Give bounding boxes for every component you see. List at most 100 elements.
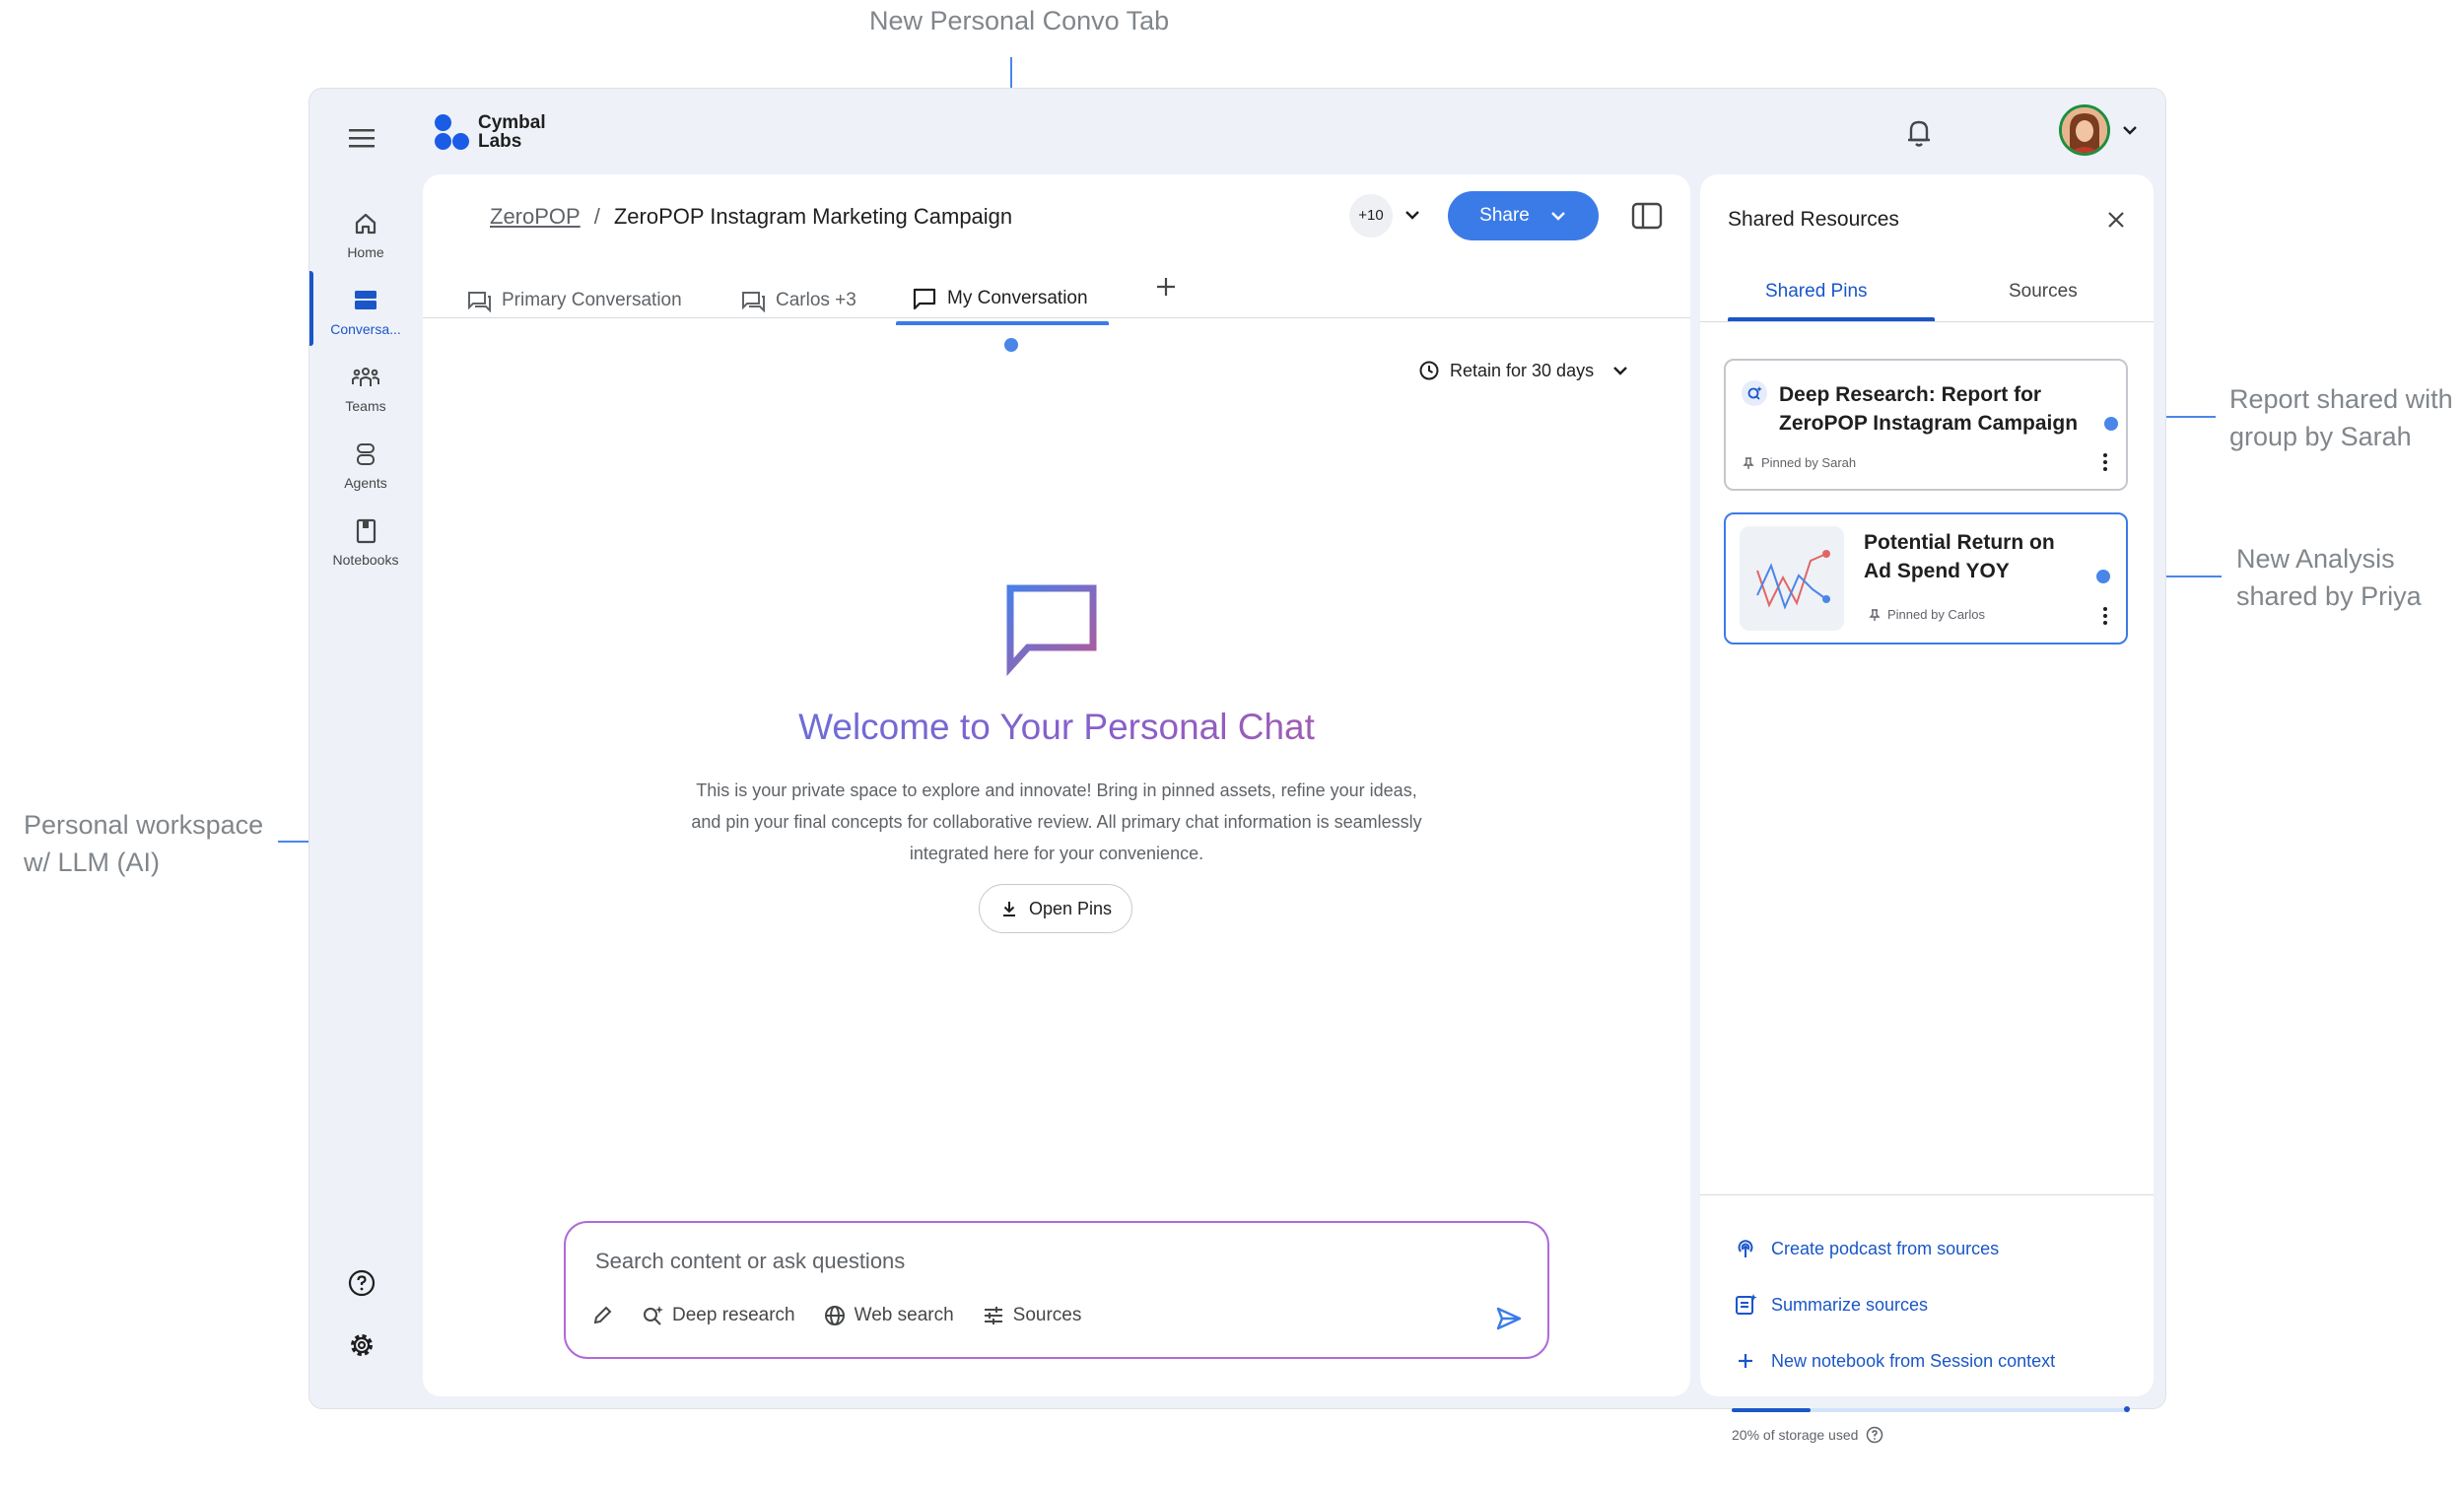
notifications-bell-icon[interactable] xyxy=(1903,114,1935,150)
chat-tools: Deep research Web search Sources xyxy=(591,1304,1081,1327)
chat-input-placeholder[interactable]: Search content or ask questions xyxy=(595,1249,905,1274)
globe-icon xyxy=(824,1306,845,1325)
chevron-down-icon xyxy=(1550,212,1565,221)
storage-label: 20% of storage used xyxy=(1732,1426,1883,1444)
members-count-badge[interactable]: +10 xyxy=(1349,194,1393,237)
rail-item-notebooks[interactable]: Notebooks xyxy=(309,516,422,568)
rail-item-label: Agents xyxy=(344,475,387,491)
add-tab-icon[interactable] xyxy=(1154,275,1178,299)
pin-meta: Pinned by Sarah xyxy=(1742,455,1856,470)
open-pins-button[interactable]: Open Pins xyxy=(979,884,1132,933)
storage-progress-fill xyxy=(1732,1408,1812,1412)
create-podcast-link[interactable]: Create podcast from sources xyxy=(1734,1237,1999,1260)
share-button-label: Share xyxy=(1479,205,1530,226)
annotation-personal-workspace: Personal workspace w/ LLM (AI) xyxy=(24,810,264,877)
storage-progress-bar xyxy=(1732,1406,2130,1412)
send-icon[interactable] xyxy=(1494,1304,1524,1333)
pin-icon xyxy=(1743,456,1754,469)
storage-used-text: 20% of storage used xyxy=(1732,1427,1859,1443)
menu-icon[interactable] xyxy=(347,126,378,150)
help-icon[interactable] xyxy=(347,1268,376,1298)
tab-carlos[interactable]: Carlos +3 xyxy=(740,281,856,320)
pin-icon xyxy=(1869,608,1881,621)
shared-resources-panel: Shared Resources Shared Pins Sources Dee… xyxy=(1700,174,2154,1444)
new-notebook-link[interactable]: New notebook from Session context xyxy=(1734,1349,2055,1373)
sources-button[interactable]: Sources xyxy=(982,1304,1081,1327)
breadcrumb-parent-link[interactable]: ZeroPOP xyxy=(490,204,581,230)
deep-research-button[interactable]: Deep research xyxy=(641,1304,795,1327)
avatar-portrait xyxy=(2062,107,2107,153)
tab-my-conversation[interactable]: My Conversation xyxy=(912,279,1088,318)
summarize-sources-label: Summarize sources xyxy=(1771,1294,1929,1315)
annotation-new-tab: New Personal Convo Tab xyxy=(869,6,1170,35)
breadcrumb-separator: / xyxy=(593,204,600,229)
rail-item-conversations[interactable]: Conversa... xyxy=(309,286,422,337)
settings-icon[interactable] xyxy=(347,1330,376,1360)
members-chevron-down-icon[interactable] xyxy=(1403,206,1421,224)
pin-title: Potential Return on Ad Spend YOY xyxy=(1864,531,2055,582)
conversations-icon xyxy=(355,291,376,309)
chevron-down-icon xyxy=(1613,367,1627,375)
active-tab-indicator xyxy=(1728,317,1935,321)
summarize-icon xyxy=(1736,1294,1757,1315)
main-panel: ZeroPOP / ZeroPOP Instagram Marketing Ca… xyxy=(423,174,1690,1396)
user-avatar[interactable] xyxy=(2059,104,2110,156)
summarize-sources-link[interactable]: Summarize sources xyxy=(1734,1293,1928,1317)
welcome-title: Welcome to Your Personal Chat xyxy=(423,707,1690,748)
chart-thumbnail xyxy=(1740,526,1844,631)
rail-item-home[interactable]: Home xyxy=(309,209,422,260)
pin-card[interactable]: Potential Return on Ad Spend YOY Pinned … xyxy=(1724,512,2128,644)
logo-mark xyxy=(433,112,472,152)
cymbal-labs-logo[interactable]: Cymbal Labs xyxy=(433,110,567,154)
tab-sources[interactable]: Sources xyxy=(2009,281,2078,303)
sliders-icon xyxy=(984,1307,1002,1324)
breadcrumb-current: ZeroPOP Instagram Marketing Campaign xyxy=(613,204,1013,229)
tabs-divider xyxy=(1700,321,2154,322)
side-panel-toggle-icon[interactable] xyxy=(1631,202,1663,230)
download-icon xyxy=(1002,902,1015,916)
chat-bubble-icon xyxy=(913,288,936,310)
deep-research-label: Deep research xyxy=(672,1305,795,1325)
rail-item-teams[interactable]: Teams xyxy=(309,363,422,414)
pencil-icon[interactable] xyxy=(591,1305,613,1326)
home-icon xyxy=(355,213,376,235)
close-icon[interactable] xyxy=(2104,208,2128,232)
left-rail: Home Conversa... Teams Agents Notebooks xyxy=(309,89,422,1408)
web-search-label: Web search xyxy=(854,1305,954,1325)
pinned-by-label: Pinned by Carlos xyxy=(1887,607,1985,622)
tab-primary-conversation[interactable]: Primary Conversation xyxy=(466,281,682,320)
agents-icon xyxy=(357,443,375,465)
tab-shared-pins[interactable]: Shared Pins xyxy=(1765,281,1868,303)
share-button[interactable]: Share xyxy=(1448,191,1599,240)
welcome-description: This is your private space to explore an… xyxy=(691,780,1422,863)
chevron-down-icon[interactable] xyxy=(2121,121,2139,139)
app-window: Home Conversa... Teams Agents Notebooks … xyxy=(308,88,2166,1444)
rail-item-label: Home xyxy=(347,244,384,260)
annotation-new-tab-dot xyxy=(1004,338,1018,352)
chat-bubble-icon xyxy=(468,292,491,312)
pin-card[interactable]: Deep Research: Report for ZeroPOP Instag… xyxy=(1724,359,2128,491)
podcast-icon xyxy=(1738,1240,1753,1257)
rail-item-agents[interactable]: Agents xyxy=(309,440,422,491)
web-search-button[interactable]: Web search xyxy=(823,1304,954,1327)
chat-bubble-icon xyxy=(742,292,765,312)
help-icon[interactable] xyxy=(1866,1426,1883,1444)
annotation-report-dot xyxy=(2104,417,2118,431)
chat-input-box[interactable]: Search content or ask questions Deep res… xyxy=(564,1221,1549,1359)
open-pins-label: Open Pins xyxy=(1028,898,1113,918)
more-vert-icon[interactable] xyxy=(2102,452,2108,472)
pin-meta: Pinned by Carlos xyxy=(1868,607,1985,622)
plus-icon xyxy=(1739,1354,1752,1368)
deep-research-icon xyxy=(644,1306,663,1325)
clock-icon xyxy=(1419,361,1439,380)
teams-icon xyxy=(352,368,379,386)
notebook-icon xyxy=(356,518,376,544)
more-vert-icon[interactable] xyxy=(2102,606,2108,626)
conversation-tabs: Primary Conversation Carlos +3 My Conver… xyxy=(423,263,1690,318)
line-chart-icon xyxy=(1756,550,1830,610)
rail-item-label: Teams xyxy=(345,398,386,414)
rail-item-label: Notebooks xyxy=(332,552,399,568)
rail-item-label: Conversa... xyxy=(330,321,401,337)
retention-dropdown[interactable]: Retain for 30 days xyxy=(1418,360,1629,381)
tab-label: Primary Conversation xyxy=(502,290,682,310)
